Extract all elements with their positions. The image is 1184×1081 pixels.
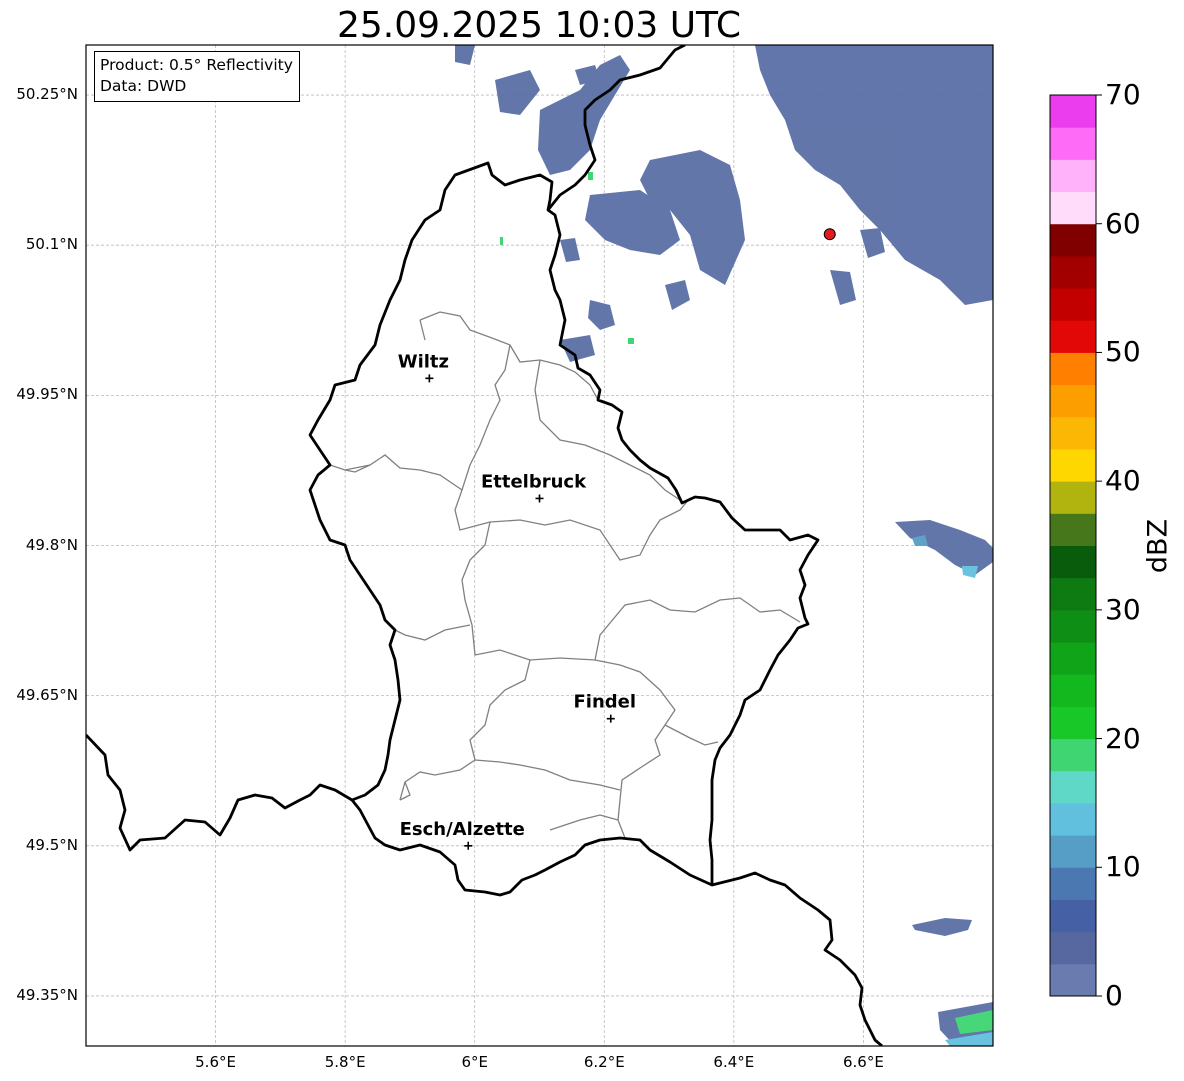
info-box: Product: 0.5° Reflectivity Data: DWD: [94, 51, 300, 102]
colorbar-segment: [1050, 255, 1096, 289]
lon-tick-label: 6°E: [461, 1053, 488, 1071]
colorbar: [1050, 94, 1102, 997]
colorbar-segment: [1050, 95, 1096, 128]
colorbar-segment: [1050, 320, 1096, 353]
lon-tick-label: 5.8°E: [324, 1053, 366, 1071]
lat-tick-label: 49.65°N: [16, 685, 78, 704]
colorbar-segment: [1050, 223, 1096, 257]
colorbar-tick-label: 10: [1105, 850, 1141, 884]
colorbar-segment: [1050, 963, 1096, 997]
colorbar-segment: [1050, 738, 1096, 772]
radar-site-marker[interactable]: [823, 228, 836, 241]
city-label: Findel: [573, 692, 636, 713]
city-label: Wiltz: [398, 351, 449, 372]
lat-tick-label: 49.95°N: [16, 385, 78, 404]
colorbar-tick-label: 50: [1105, 335, 1141, 369]
colorbar-segment: [1050, 159, 1096, 193]
data-source-label: Data: DWD: [100, 77, 187, 95]
lon-tick-label: 6.6°E: [843, 1053, 884, 1071]
colorbar-tick-label: 60: [1105, 206, 1141, 240]
colorbar-segment: [1050, 706, 1096, 740]
colorbar-segment: [1050, 191, 1096, 225]
colorbar-segment: [1050, 674, 1096, 707]
lat-tick-label: 49.35°N: [16, 985, 78, 1004]
colorbar-tick-label: 40: [1105, 464, 1141, 498]
colorbar-segment: [1050, 513, 1096, 546]
colorbar-segment: [1050, 931, 1096, 965]
colorbar-segment: [1050, 867, 1096, 900]
colorbar-segment: [1050, 127, 1096, 160]
colorbar-segment: [1050, 288, 1096, 321]
colorbar-tick-label: 20: [1105, 721, 1141, 755]
city-label: Ettelbruck: [481, 471, 587, 492]
colorbar-segment: [1050, 899, 1096, 933]
lon-tick-label: 6.2°E: [583, 1053, 625, 1071]
product-label: Product: 0.5° Reflectivity: [100, 56, 293, 74]
colorbar-segment: [1050, 577, 1096, 611]
lat-tick-label: 49.5°N: [25, 835, 78, 854]
colorbar-tick-label: 30: [1105, 592, 1141, 626]
colorbar-segment: [1050, 352, 1096, 386]
colorbar-segment: [1050, 770, 1096, 804]
colorbar-tick-label: 0: [1105, 979, 1123, 1012]
city-label: Esch/Alzette: [400, 819, 525, 840]
lat-tick-label: 50.25°N: [16, 85, 78, 104]
lat-tick-label: 49.8°N: [25, 535, 78, 554]
lon-tick-label: 6.4°E: [713, 1053, 755, 1071]
colorbar-segment: [1050, 835, 1096, 868]
colorbar-tick-label: 70: [1105, 78, 1141, 111]
colorbar-segment: [1050, 545, 1096, 579]
colorbar-label: dBZ: [1142, 518, 1174, 574]
colorbar-segment: [1050, 448, 1096, 482]
lat-tick-label: 50.1°N: [25, 235, 78, 254]
colorbar-segment: [1050, 609, 1096, 643]
lon-tick-label: 5.6°E: [195, 1053, 236, 1071]
colorbar-segment: [1050, 416, 1096, 450]
radar-map[interactable]: Wiltz Ettelbruck Findel Esch/Alzette: [0, 0, 1184, 1081]
colorbar-segment: [1050, 642, 1096, 675]
colorbar-segment: [1050, 802, 1096, 836]
colorbar-segment: [1050, 384, 1096, 418]
colorbar-segment: [1050, 481, 1096, 514]
